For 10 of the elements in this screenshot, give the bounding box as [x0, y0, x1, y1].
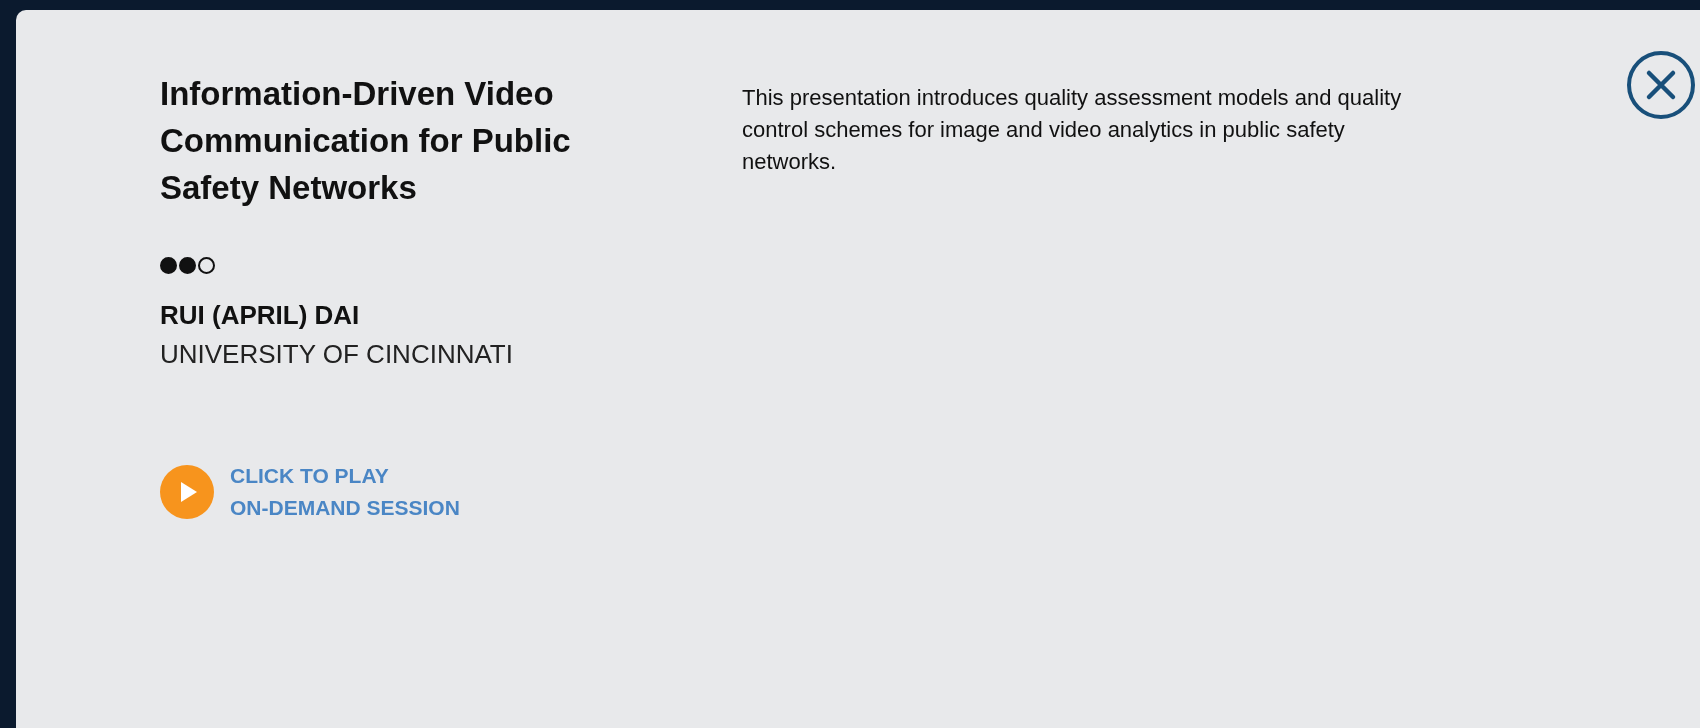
empty-dot-icon	[198, 257, 215, 274]
play-icon	[160, 465, 214, 519]
speaker-name: RUI (APRIL) DAI	[160, 300, 361, 331]
session-title: Information-Driven Video Communication for Public Safety Networks	[160, 74, 572, 208]
close-button[interactable]	[1626, 50, 1696, 120]
session-description: This presentation introduces quality assessment models and quality control schemes for image and video analytics in public safety networks.	[742, 84, 1403, 176]
play-session-link[interactable]: CLICK TO PLAY ON-DEMAND SESSION	[160, 460, 630, 524]
speaker-affiliation: UNIVERSITY OF CINCINNATI	[160, 339, 514, 370]
filled-dot-icon	[179, 257, 196, 274]
filled-dot-icon	[160, 257, 177, 274]
